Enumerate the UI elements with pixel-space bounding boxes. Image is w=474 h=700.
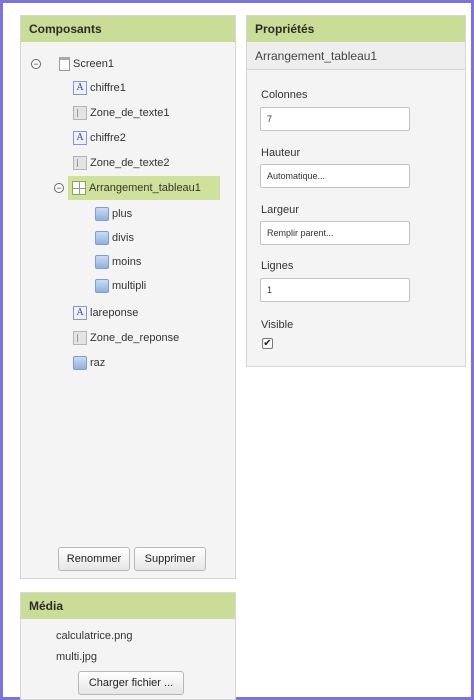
tree-node-multipli[interactable]: multipli <box>95 276 146 296</box>
selected-component-name: Arrangement_tableau1 <box>247 42 465 70</box>
tree-node-divis[interactable]: divis <box>95 228 134 248</box>
tree-node-label: lareponse <box>90 307 139 319</box>
tree-node-chiffre2[interactable]: A chiffre2 <box>73 128 126 148</box>
width-label: Largeur <box>261 204 299 216</box>
button-icon <box>95 231 109 245</box>
tree-node-label: divis <box>112 232 135 244</box>
columns-field[interactable]: 7 <box>260 107 410 131</box>
tree-node-raz[interactable]: raz <box>73 353 105 373</box>
tree-node-label: chiffre2 <box>90 132 126 144</box>
tree-node-lareponse[interactable]: A lareponse <box>73 303 138 323</box>
properties-panel: Propriétés Arrangement_tableau1 Colonnes… <box>246 15 466 367</box>
table-arrangement-icon <box>72 181 86 195</box>
height-field[interactable]: Automatique... <box>260 164 410 188</box>
textbox-icon <box>73 331 87 345</box>
label-icon: A <box>73 306 87 320</box>
tree-node-label: Zone_de_texte1 <box>90 107 170 119</box>
components-panel: Composants − Screen1 A chiffre1 Zone_de_… <box>20 15 236 579</box>
tree-node-screen1[interactable]: Screen1 <box>59 54 114 74</box>
visible-checkbox[interactable]: ✔ <box>262 338 273 349</box>
media-header: Média <box>21 593 235 619</box>
collapse-arrangement-icon[interactable]: − <box>54 183 64 193</box>
components-header: Composants <box>21 16 235 42</box>
textbox-icon <box>73 106 87 120</box>
height-label: Hauteur <box>261 147 301 159</box>
columns-label: Colonnes <box>261 89 308 101</box>
tree-node-label: Screen1 <box>73 58 114 70</box>
tree-node-plus[interactable]: plus <box>95 204 132 224</box>
tree-node-zone-de-reponse[interactable]: Zone_de_reponse <box>73 328 179 348</box>
delete-button[interactable]: Supprimer <box>134 547 206 571</box>
tree-node-moins[interactable]: moins <box>95 252 141 272</box>
tree-node-chiffre1[interactable]: A chiffre1 <box>73 78 126 98</box>
tree-node-label: Arrangement_tableau1 <box>89 182 201 194</box>
properties-header: Propriétés <box>247 16 465 42</box>
media-panel: Média calculatrice.png multi.jpg Charger… <box>20 592 236 700</box>
label-icon: A <box>73 81 87 95</box>
button-icon <box>73 356 87 370</box>
width-field[interactable]: Remplir parent... <box>260 221 410 245</box>
tree-node-label: plus <box>112 208 133 220</box>
media-file-multi[interactable]: multi.jpg <box>56 651 97 663</box>
label-icon: A <box>73 131 87 145</box>
tree-node-label: Zone_de_texte2 <box>90 157 170 169</box>
rows-field[interactable]: 1 <box>260 278 410 302</box>
button-icon <box>95 279 109 293</box>
tree-node-label: chiffre1 <box>90 82 126 94</box>
tree-node-arrangement-tableau1[interactable]: Arrangement_tableau1 <box>68 176 220 200</box>
tree-node-label: raz <box>90 357 106 369</box>
upload-file-button[interactable]: Charger fichier ... <box>78 671 184 695</box>
button-icon <box>95 255 109 269</box>
tree-node-label: Zone_de_reponse <box>90 332 180 344</box>
button-icon <box>95 207 109 221</box>
tree-node-zone-de-texte2[interactable]: Zone_de_texte2 <box>73 153 170 173</box>
screen-icon <box>59 57 70 71</box>
app-frame: Composants − Screen1 A chiffre1 Zone_de_… <box>0 0 474 700</box>
collapse-screen1-icon[interactable]: − <box>31 59 41 69</box>
textbox-icon <box>73 156 87 170</box>
tree-node-zone-de-texte1[interactable]: Zone_de_texte1 <box>73 103 170 123</box>
rows-label: Lignes <box>261 260 294 272</box>
media-file-calculatrice[interactable]: calculatrice.png <box>56 630 132 642</box>
tree-node-label: multipli <box>112 280 147 292</box>
rename-button[interactable]: Renommer <box>58 547 130 571</box>
tree-node-label: moins <box>112 256 142 268</box>
visible-label: Visible <box>261 319 294 331</box>
